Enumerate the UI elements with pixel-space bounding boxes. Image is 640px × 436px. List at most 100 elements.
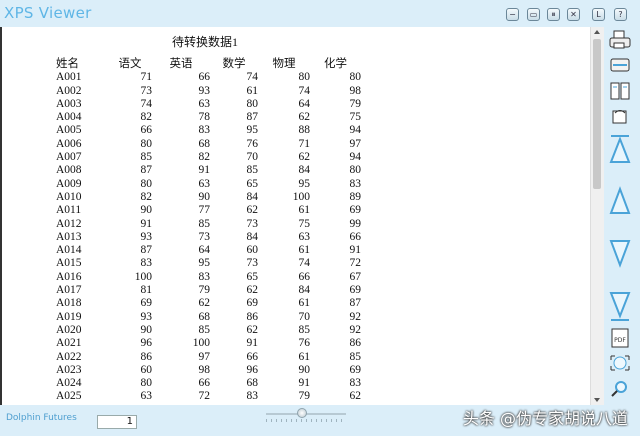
table-cell: 83 xyxy=(349,177,362,190)
table-cell: 83 xyxy=(198,270,211,283)
table-cell: 61 xyxy=(298,297,311,310)
table-cell: 87 xyxy=(140,164,153,177)
table-cell: 69 xyxy=(349,363,362,376)
table-cell: 61 xyxy=(298,244,311,257)
table-cell: 82 xyxy=(140,190,153,203)
export-pdf-button[interactable]: PDF xyxy=(607,328,633,348)
fit-page-button[interactable] xyxy=(607,353,633,373)
table-cell: 62 xyxy=(298,111,311,124)
brand-label: Dolphin Futures xyxy=(6,413,77,423)
zoom-slider-thumb[interactable] xyxy=(297,408,307,418)
table-cell: 69 xyxy=(349,284,362,297)
svg-text:PDF: PDF xyxy=(614,337,626,344)
table-cell: 82 xyxy=(140,111,153,124)
status-bar: Dolphin Futures 1 头条 @伪专家胡说八道 xyxy=(0,405,640,436)
table-cell: A023 xyxy=(56,363,82,376)
data-table: 姓名 语文 英语 数学 物理 化学 A001 71 66 74 80 80 A002 73 93 61 74 9… xyxy=(56,58,361,404)
table-cell: 83 xyxy=(349,377,362,390)
zoom-slider-ticks xyxy=(266,419,346,422)
table-cell: 74 xyxy=(298,257,311,270)
rotate-button[interactable] xyxy=(607,106,633,126)
table-cell: 78 xyxy=(198,111,211,124)
table-cell: 100 xyxy=(134,270,152,283)
table-cell: 95 xyxy=(198,257,211,270)
column-header: 化学 xyxy=(324,58,347,70)
minimize-button[interactable]: − xyxy=(506,8,519,21)
table-cell: 66 xyxy=(140,124,153,137)
table-row: A006 80 68 76 71 97 xyxy=(56,138,361,151)
table-cell: 79 xyxy=(349,97,362,110)
page-rotate-icon xyxy=(612,110,627,124)
table-cell: 94 xyxy=(349,124,362,137)
scrollbar-thumb[interactable] xyxy=(593,39,601,189)
table-cell: 100 xyxy=(292,190,310,203)
table-cell: 80 xyxy=(140,137,153,150)
table-row: A024 80 66 68 91 83 xyxy=(56,377,361,390)
table-cell: 85 xyxy=(198,217,211,230)
zoom-button[interactable] xyxy=(607,378,633,398)
first-page-button[interactable] xyxy=(607,132,633,166)
table-cell: 89 xyxy=(349,190,362,203)
table-cell: 93 xyxy=(140,310,153,323)
table-cell: 73 xyxy=(198,230,211,243)
question-button[interactable]: ? xyxy=(614,8,627,21)
table-cell: A002 xyxy=(56,84,82,97)
scroll-down-arrow-icon[interactable] xyxy=(594,398,600,402)
previous-page-button[interactable] xyxy=(607,186,633,216)
app-title: XPS Viewer xyxy=(4,4,92,22)
table-cell: 68 xyxy=(198,310,211,323)
table-cell: 72 xyxy=(349,257,362,270)
document-viewport[interactable]: 待转换数据1 姓名 语文 英语 数学 物理 化学 A001 71 66 74 80 80 A002 73… xyxy=(0,27,604,405)
table-cell: 62 xyxy=(298,151,311,164)
column-header: 语文 xyxy=(118,58,142,70)
table-cell: A014 xyxy=(56,244,82,257)
table-cell: A005 xyxy=(56,124,82,137)
table-cell: 75 xyxy=(298,217,311,230)
two-page-view-button[interactable] xyxy=(607,80,633,102)
table-cell: 87 xyxy=(140,244,153,257)
table-row: A019 93 68 86 70 92 xyxy=(56,311,361,324)
table-row: A009 80 63 65 95 83 xyxy=(56,178,361,191)
table-cell: A022 xyxy=(56,350,82,363)
table-cell: 86 xyxy=(349,337,362,350)
table-cell: 91 xyxy=(140,217,153,230)
table-cell: 87 xyxy=(246,111,259,124)
table-cell: 74 xyxy=(140,97,153,110)
page-number-input[interactable]: 1 xyxy=(97,415,137,429)
table-row: A015 83 95 73 74 72 xyxy=(56,257,361,270)
table-cell: 95 xyxy=(298,177,311,190)
table-cell: 93 xyxy=(140,230,153,243)
table-cell: A015 xyxy=(56,257,82,270)
table-cell: 98 xyxy=(349,84,362,97)
pause-button[interactable]: ⏸ xyxy=(547,8,560,21)
last-page-arrow-icon xyxy=(609,292,631,321)
scroll-up-arrow-icon[interactable] xyxy=(594,30,600,34)
table-cell: A004 xyxy=(56,111,82,124)
last-page-button[interactable] xyxy=(607,290,633,324)
table-cell: 90 xyxy=(298,363,311,376)
table-cell: A012 xyxy=(56,217,82,230)
next-page-button[interactable] xyxy=(607,238,633,268)
table-cell: 80 xyxy=(349,164,362,177)
table-row: A007 85 82 70 62 94 xyxy=(56,151,361,164)
restore-button[interactable]: ▭ xyxy=(527,8,540,21)
table-cell: 85 xyxy=(298,323,311,336)
print-button[interactable] xyxy=(607,30,633,50)
table-cell: A018 xyxy=(56,297,82,310)
table-row: A010 82 90 84 100 89 xyxy=(56,191,361,204)
table-cell: 71 xyxy=(298,137,311,150)
table-cell: 87 xyxy=(349,297,362,310)
table-row: A001 71 66 74 80 80 xyxy=(56,71,361,84)
table-cell: 80 xyxy=(246,97,259,110)
table-row: A012 91 85 73 75 99 xyxy=(56,218,361,231)
table-cell: 82 xyxy=(198,151,211,164)
table-cell: 76 xyxy=(298,337,311,350)
close-button[interactable]: ✕ xyxy=(567,8,580,21)
help-button[interactable]: L xyxy=(592,8,605,21)
column-header: 物理 xyxy=(272,58,296,70)
table-row: A022 86 97 66 61 85 xyxy=(56,351,361,364)
page-setup-button[interactable] xyxy=(607,55,633,75)
table-cell: A024 xyxy=(56,377,82,390)
table-cell: 97 xyxy=(198,350,211,363)
table-cell: 76 xyxy=(246,137,259,150)
